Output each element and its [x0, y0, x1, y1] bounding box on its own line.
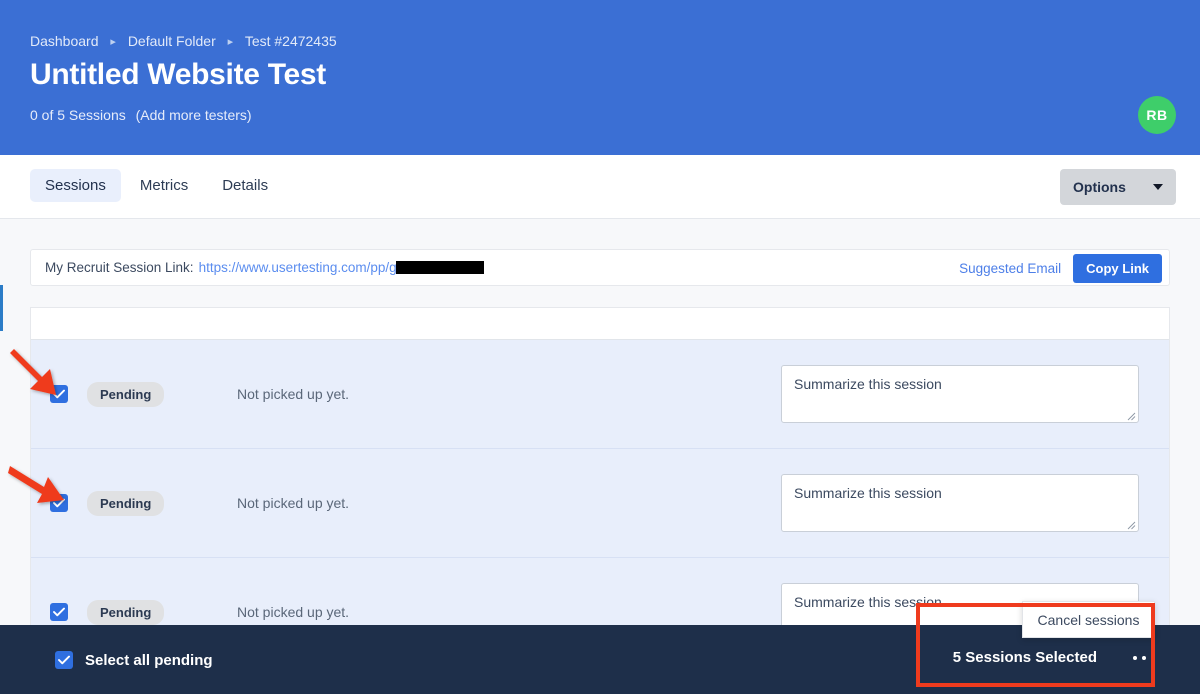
- row-pickup-text: Not picked up yet.: [237, 604, 350, 620]
- recruit-link-text: https://www.usertesting.com/pp/g: [198, 260, 397, 275]
- page-header: Dashboard ▸ Default Folder ▸ Test #24724…: [0, 0, 1200, 155]
- select-all-pending-checkbox[interactable]: [55, 651, 73, 669]
- bulk-selection-bar: Select all pending 5 Sessions Selected: [0, 625, 1200, 694]
- tab-list: Sessions Metrics Details: [30, 169, 283, 202]
- row-pickup-text: Not picked up yet.: [237, 386, 350, 402]
- copy-link-button[interactable]: Copy Link: [1073, 254, 1162, 283]
- chevron-down-icon: [1153, 184, 1163, 190]
- table-row[interactable]: Pending Not picked up yet. Summarize thi…: [31, 449, 1169, 558]
- overflow-menu-popup: Cancel sessions: [1022, 601, 1155, 638]
- tab-bar: Sessions Metrics Details Options: [0, 155, 1200, 219]
- row-status-cell: Pending: [87, 599, 232, 625]
- row-checkbox[interactable]: [50, 603, 68, 621]
- check-icon: [53, 607, 65, 617]
- avatar[interactable]: RB: [1138, 96, 1176, 134]
- row-checkbox-cell: [31, 603, 87, 621]
- row-pickup-text: Not picked up yet.: [237, 495, 350, 511]
- sessions-table: Pending Not picked up yet. Summarize thi…: [30, 307, 1170, 667]
- row-summary-cell: Summarize this session: [781, 474, 1169, 532]
- page-title: Untitled Website Test: [30, 58, 326, 91]
- row-status-cell: Pending: [87, 490, 232, 516]
- row-checkbox-cell: [31, 385, 87, 403]
- session-summary-placeholder: Summarize this session: [794, 485, 942, 501]
- recruit-link-label: My Recruit Session Link:: [45, 260, 194, 275]
- status-badge: Pending: [87, 381, 165, 407]
- sessions-panel: My Recruit Session Link: https://www.use…: [0, 219, 1200, 694]
- breadcrumb-separator-icon: ▸: [227, 36, 234, 48]
- menu-item-cancel-sessions[interactable]: Cancel sessions: [1038, 612, 1140, 628]
- suggested-email-link[interactable]: Suggested Email: [959, 261, 1061, 276]
- check-icon: [53, 498, 65, 508]
- add-more-testers-link[interactable]: (Add more testers): [136, 107, 252, 123]
- sessions-count-text: 0 of 5 Sessions: [30, 107, 126, 123]
- breadcrumb-item-dashboard[interactable]: Dashboard: [30, 33, 99, 49]
- session-summary-textarea[interactable]: Summarize this session: [781, 474, 1139, 532]
- row-checkbox-cell: [31, 494, 87, 512]
- left-edge-indicator: [0, 285, 3, 331]
- ellipsis-icon[interactable]: [1133, 655, 1155, 660]
- tab-sessions-label: Sessions: [45, 177, 106, 194]
- recruit-bar-actions: Suggested Email Copy Link: [959, 250, 1162, 287]
- recruit-session-link-bar: My Recruit Session Link: https://www.use…: [30, 249, 1170, 286]
- check-icon: [58, 655, 70, 665]
- session-summary-placeholder: Summarize this session: [794, 376, 942, 392]
- tab-details[interactable]: Details: [207, 169, 283, 202]
- tab-sessions[interactable]: Sessions: [30, 169, 121, 202]
- recruit-session-link[interactable]: https://www.usertesting.com/pp/g: [199, 260, 397, 275]
- row-status-cell: Pending: [87, 381, 232, 407]
- selection-actions: 5 Sessions Selected: [953, 649, 1155, 666]
- row-checkbox[interactable]: [50, 385, 68, 403]
- select-all-group[interactable]: Select all pending: [55, 651, 213, 669]
- app-root: Dashboard ▸ Default Folder ▸ Test #24724…: [0, 0, 1200, 694]
- options-button[interactable]: Options: [1060, 169, 1176, 205]
- avatar-initials: RB: [1146, 107, 1168, 123]
- row-summary-cell: Summarize this session: [781, 365, 1169, 423]
- tab-metrics-label: Metrics: [139, 177, 189, 194]
- status-badge: Pending: [87, 599, 165, 625]
- sessions-summary: 0 of 5 Sessions (Add more testers): [30, 107, 252, 123]
- tab-metrics[interactable]: Metrics: [125, 169, 203, 202]
- row-checkbox[interactable]: [50, 494, 68, 512]
- table-row[interactable]: Pending Not picked up yet. Summarize thi…: [31, 340, 1169, 449]
- resize-handle-icon[interactable]: [1126, 411, 1136, 421]
- breadcrumb-separator-icon: ▸: [110, 36, 116, 48]
- breadcrumb: Dashboard ▸ Default Folder ▸ Test #24724…: [30, 33, 337, 49]
- session-summary-placeholder: Summarize this session: [794, 594, 942, 610]
- select-all-pending-label: Select all pending: [85, 651, 213, 669]
- check-icon: [53, 389, 65, 399]
- resize-handle-icon[interactable]: [1126, 520, 1136, 530]
- redaction-bar: [395, 261, 484, 274]
- session-summary-textarea[interactable]: Summarize this session: [781, 365, 1139, 423]
- breadcrumb-item-test[interactable]: Test #2472435: [245, 33, 337, 49]
- status-badge: Pending: [87, 490, 165, 516]
- options-button-label: Options: [1073, 179, 1126, 195]
- breadcrumb-item-folder[interactable]: Default Folder: [128, 33, 216, 49]
- tab-details-label: Details: [222, 177, 269, 194]
- selected-count-label: 5 Sessions Selected: [952, 649, 1097, 666]
- sessions-table-header: [31, 308, 1169, 340]
